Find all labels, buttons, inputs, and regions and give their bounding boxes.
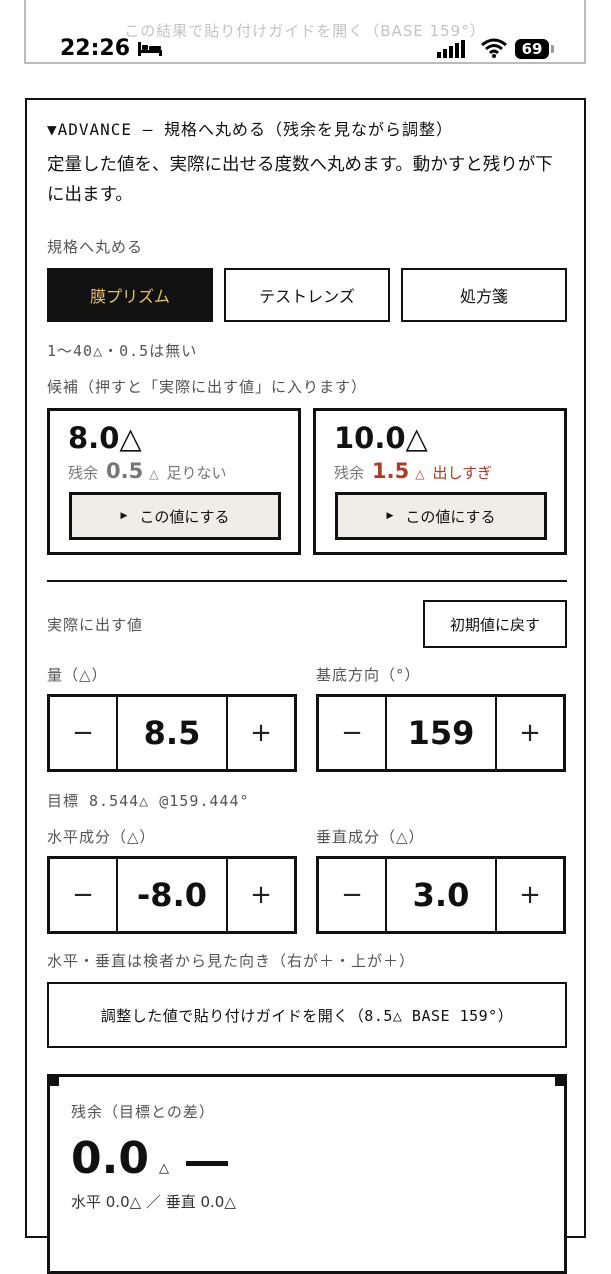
open-guide-button[interactable]: 調整した値で貼り付けガイドを開く（8.5△ BASE 159°） (47, 982, 567, 1048)
result-components: 水平 0.0△ ／ 垂直 0.0△ (71, 1193, 236, 1211)
vertical-label: 垂直成分（△） (316, 828, 425, 846)
candidate-value: 10.0△ (334, 421, 428, 455)
base-label: 基底方向（°） (316, 666, 421, 684)
amount-value: 8.5 (116, 697, 228, 769)
candidate-residual: 残余 0.5 △ 足りない (68, 459, 226, 483)
candidate-card-8-0: 8.0△ 残余 0.5 △ 足りない ▶ この値にする (47, 408, 301, 555)
range-note: 1〜40△・0.5は無い (47, 342, 198, 360)
target-readout: 目標 8.544△ @159.444° (47, 792, 250, 810)
candidate-residual: 残余 1.5 △ 出しすぎ (334, 459, 492, 483)
battery-tip (551, 45, 554, 53)
base-value: 159 (385, 697, 497, 769)
result-unit: △ (159, 1161, 169, 1176)
wifi-icon (481, 38, 507, 58)
residual-result-box: 残余（目標との差） 0.0 △ 水平 0.0△ ／ 垂直 0.0△ (47, 1074, 567, 1274)
advance-description: 定量した値を、実際に出せる度数へ丸めます。動かすと残りが下に出ます。 (47, 155, 553, 205)
orientation-note: 水平・垂直は検者から見た向き（右が＋・上が＋） (47, 952, 416, 970)
vertical-decrement-button[interactable]: − (319, 859, 385, 931)
result-label: 残余（目標との差） (71, 1103, 215, 1121)
section-divider (47, 580, 567, 582)
horizontal-value: -8.0 (116, 859, 228, 931)
amount-increment-button[interactable]: + (228, 697, 294, 769)
select-candidate-label: この値にする (139, 507, 230, 526)
play-icon: ▶ (120, 511, 128, 521)
actual-value-label: 実際に出す値 (47, 616, 144, 634)
residual-label: 残余 (334, 464, 365, 482)
status-time: 22:26 (60, 36, 131, 61)
amount-label: 量（△） (47, 666, 108, 684)
candidate-card-10-0: 10.0△ 残余 1.5 △ 出しすぎ ▶ この値にする (313, 408, 567, 555)
base-decrement-button[interactable]: − (319, 697, 385, 769)
tab-prescription[interactable]: 処方箋 (401, 268, 567, 322)
base-increment-button[interactable]: + (497, 697, 563, 769)
result-value: 0.0 (71, 1133, 149, 1184)
vertical-value: 3.0 (385, 859, 497, 931)
residual-value: 0.5 (106, 459, 144, 483)
residual-label: 残余 (68, 464, 99, 482)
vertical-stepper: − 3.0 + (316, 856, 566, 934)
advance-panel: ▼ADVANCE — 規格へ丸める（残余を見ながら調整） 定量した値を、実際に出… (25, 98, 586, 1274)
select-candidate-label: この値にする (405, 507, 496, 526)
play-icon: ▶ (386, 511, 394, 521)
horizontal-decrement-button[interactable]: − (50, 859, 116, 931)
residual-unit: △ (149, 467, 159, 481)
base-stepper: − 159 + (316, 694, 566, 772)
advance-section-title[interactable]: ▼ADVANCE — 規格へ丸める（残余を見ながら調整） (47, 116, 453, 140)
amount-decrement-button[interactable]: − (50, 697, 116, 769)
corner-mark (49, 1076, 59, 1086)
reset-button[interactable]: 初期値に戻す (423, 600, 567, 648)
candidate-value: 8.0△ (68, 421, 142, 455)
tab-test-lens[interactable]: テストレンズ (224, 268, 390, 322)
horizontal-stepper: − -8.0 + (47, 856, 297, 934)
select-candidate-button[interactable]: ▶ この値にする (69, 492, 281, 540)
horizontal-increment-button[interactable]: + (228, 859, 294, 931)
vertical-increment-button[interactable]: + (497, 859, 563, 931)
residual-note: 足りない (166, 464, 227, 482)
amount-stepper: − 8.5 + (47, 694, 297, 772)
round-label: 規格へ丸める (47, 238, 144, 256)
tab-membrane-prism[interactable]: 膜プリズム (47, 268, 213, 322)
residual-unit: △ (415, 467, 425, 481)
candidates-label: 候補（押すと「実際に出す値」に入ります） (47, 378, 368, 396)
signal-icon (437, 40, 465, 58)
corner-mark (555, 1076, 565, 1086)
horizontal-label: 水平成分（△） (47, 828, 156, 846)
bed-icon (138, 42, 162, 56)
select-candidate-button[interactable]: ▶ この値にする (335, 492, 547, 540)
residual-note: 出しすぎ (432, 464, 493, 482)
battery-icon: 69 (515, 39, 549, 59)
residual-value: 1.5 (372, 459, 410, 483)
result-dash (186, 1161, 228, 1166)
